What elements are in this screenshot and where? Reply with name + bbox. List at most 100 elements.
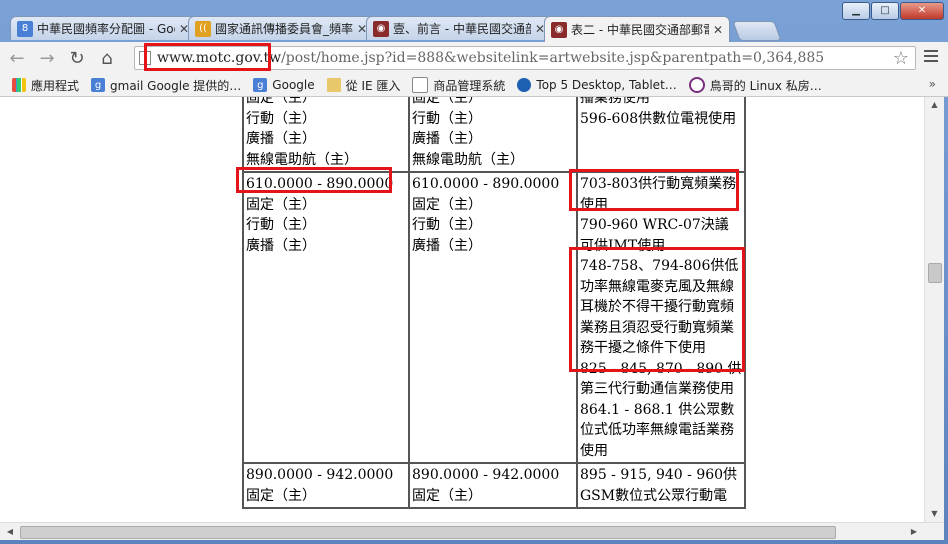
bookmark-label: Google — [272, 78, 315, 92]
cell-text: 748-758、794-806供低功率無線電麥克風及無線耳機於不得干擾行動寬頻業… — [580, 258, 739, 356]
cell-text: 固定（主） — [246, 487, 316, 504]
apps-grid-icon — [12, 78, 26, 92]
freq-range-text: 610.0000 - 890.0000 — [412, 176, 560, 192]
table-cell: 610.0000 - 890.0000 固定（主） 行動（主） 廣播（主） — [242, 171, 410, 464]
scroll-thumb[interactable] — [20, 526, 836, 539]
bookmark-label: 從 IE 匯入 — [345, 78, 401, 93]
horizontal-scrollbar[interactable]: ◀ ▶ — [0, 522, 944, 540]
cell-text: 廣播（主） — [246, 237, 316, 254]
url-text[interactable]: www.motc.gov.tw/post/home.jsp?id=888&web… — [157, 50, 824, 66]
cell-text: 無線電助航（主） — [412, 151, 524, 168]
table-cell: 固定（主） 行動（主） 廣播（主） 無線電助航（主） — [242, 97, 410, 173]
bookmark-label: Top 5 Desktop, Tablet… — [536, 78, 677, 92]
site-logo-icon — [688, 77, 705, 93]
maximize-button[interactable]: □ — [871, 2, 899, 20]
ncc-logo-icon: (( — [195, 20, 211, 37]
cell-text: 播業務使用 — [580, 97, 650, 106]
cell-text: 固定（主） — [246, 97, 316, 106]
bookmark-apps[interactable]: 應用程式 — [12, 77, 79, 94]
toolbar: ← → ↻ ⌂ www.motc.gov.tw/post/home.jsp?id… — [0, 42, 948, 74]
cell-text: 864.1 - 868.1 供公眾數位式低功率無線電話業務使用 — [580, 401, 735, 459]
bookmarks-overflow-icon[interactable]: » — [929, 77, 936, 91]
google-g-icon: 8 — [17, 20, 33, 37]
forward-arrow-icon[interactable]: → — [34, 45, 60, 71]
bookmark-label: 鳥哥的 Linux 私房… — [709, 78, 822, 93]
home-icon[interactable]: ⌂ — [94, 45, 120, 71]
bookmark-top5[interactable]: Top 5 Desktop, Tablet… — [517, 78, 677, 92]
cell-text: 行動（主） — [246, 110, 316, 127]
cell-text: 895 - 915, 940 - 960供GSM數位式公眾行動電 — [580, 467, 738, 504]
motc-seal-icon: ◉ — [373, 20, 389, 37]
cell-text: 固定（主） — [412, 487, 482, 504]
page-icon — [412, 77, 429, 93]
back-arrow-icon[interactable]: ← — [4, 45, 30, 71]
tab-preface[interactable]: ◉ 壹、前言 - 中華民國交通部 ✕ — [366, 16, 552, 40]
page-icon — [139, 51, 151, 65]
cell-text: 行動（主） — [246, 217, 316, 233]
page-content: 固定（主） 行動（主） 廣播（主） 無線電助航（主） 固定（主） 行動（主） 廣… — [0, 97, 924, 522]
cell-text: 無線電助航（主） — [246, 151, 358, 168]
window-controls: ▁ □ ✕ — [842, 2, 944, 20]
frequency-table: 固定（主） 行動（主） 廣播（主） 無線電助航（主） 固定（主） 行動（主） 廣… — [242, 97, 746, 509]
tab-title: 表二 - 中華民國交通部郵電 — [571, 23, 709, 37]
bookmarks-bar: 應用程式 g gmail Google 提供的… g Google 從 IE 匯入 … — [0, 74, 948, 97]
browser-window: ▁ □ ✕ 8 中華民國頻率分配圖 - Goo ✕ (( 國家通訊傳播委員會_頻… — [0, 0, 948, 544]
menu-icon[interactable] — [924, 50, 938, 65]
tab-title: 壹、前言 - 中華民國交通部 — [393, 22, 531, 36]
freq-range-text: 890.0000 - 942.0000 — [412, 467, 560, 483]
scroll-down-icon[interactable]: ▼ — [925, 506, 944, 522]
folder-icon — [326, 78, 341, 92]
url-path: /post/home.jsp?id=888&websitelink=artweb… — [281, 50, 825, 66]
table-row: 890.0000 - 942.0000 固定（主） 890.0000 - 942… — [242, 462, 746, 509]
table-cell: 890.0000 - 942.0000 固定（主） — [408, 462, 578, 509]
bookmark-label: gmail Google 提供的… — [110, 78, 242, 93]
bookmark-gmail[interactable]: g gmail Google 提供的… — [91, 77, 241, 94]
freq-range-text: 610.0000 - 890.0000 — [246, 176, 394, 192]
tab-ncc[interactable]: (( 國家通訊傳播委員會_頻率 ✕ — [188, 16, 374, 40]
new-tab-button[interactable] — [732, 21, 782, 41]
minimize-button[interactable]: ▁ — [842, 2, 870, 20]
scroll-thumb[interactable] — [928, 263, 942, 283]
url-domain: www.motc.gov.tw — [157, 50, 282, 66]
scroll-up-icon[interactable]: ▲ — [925, 97, 944, 113]
scroll-left-icon[interactable]: ◀ — [2, 523, 18, 540]
bookmark-label: 商品管理系統 — [433, 78, 506, 93]
close-tab-icon[interactable]: ✕ — [713, 23, 723, 37]
bookmark-google[interactable]: g Google — [253, 78, 315, 92]
address-bar[interactable]: www.motc.gov.tw/post/home.jsp?id=888&web… — [134, 46, 916, 70]
cell-text: 廣播（主） — [412, 237, 482, 254]
bookmark-ie-import[interactable]: 從 IE 匯入 — [326, 77, 401, 94]
reload-icon[interactable]: ↻ — [64, 45, 90, 71]
close-window-button[interactable]: ✕ — [900, 2, 944, 20]
cell-text: 固定（主） — [412, 97, 482, 106]
table-cell: 890.0000 - 942.0000 固定（主） — [242, 462, 410, 509]
tab-title: 中華民國頻率分配圖 - Goo — [37, 22, 175, 36]
tab-strip: 8 中華民國頻率分配圖 - Goo ✕ (( 國家通訊傳播委員會_頻率 ✕ ◉ … — [10, 16, 782, 42]
table-row: 610.0000 - 890.0000 固定（主） 行動（主） 廣播（主） 61… — [242, 171, 746, 464]
cell-text: 固定（主） — [412, 196, 482, 213]
bookmark-vbird[interactable]: 鳥哥的 Linux 私房… — [688, 77, 822, 94]
cell-text: 596-608供數位電視使用 — [580, 110, 737, 127]
vertical-scrollbar[interactable]: ▲ ▼ — [924, 97, 944, 522]
cell-text: 廣播（主） — [246, 131, 316, 147]
tab-freq-chart[interactable]: 8 中華民國頻率分配圖 - Goo ✕ — [10, 16, 196, 40]
motc-seal-icon: ◉ — [551, 21, 567, 38]
globe-icon — [517, 78, 532, 92]
bookmark-star-icon[interactable]: ☆ — [893, 48, 909, 69]
cell-text: 790-960 WRC-07決議可供IMT使用 — [580, 217, 729, 254]
bookmark-label: 應用程式 — [31, 78, 80, 93]
google-g-icon: g — [91, 78, 106, 92]
cell-text: 廣播（主） — [412, 131, 482, 147]
table-cell: 895 - 915, 940 - 960供GSM數位式公眾行動電 — [576, 462, 746, 509]
cell-text: 825 - 845, 870 - 890 供第三代行動通信業務使用 — [580, 360, 742, 398]
cell-text: 703-803供行動寬頻業務使用 — [580, 176, 737, 213]
scroll-right-icon[interactable]: ▶ — [906, 523, 922, 540]
table-cell: 固定（主） 行動（主） 廣播（主） 無線電助航（主） — [408, 97, 578, 173]
cell-text: 固定（主） — [246, 196, 316, 213]
table-row: 固定（主） 行動（主） 廣播（主） 無線電助航（主） 固定（主） 行動（主） 廣… — [242, 97, 746, 173]
cell-text: 行動（主） — [412, 217, 482, 233]
freq-range-text: 890.0000 - 942.0000 — [246, 467, 394, 483]
tab-table2[interactable]: ◉ 表二 - 中華民國交通部郵電 ✕ — [544, 16, 730, 42]
table-cell: 703-803供行動寬頻業務使用 790-960 WRC-07決議可供IMT使用… — [576, 171, 746, 464]
bookmark-product-mgmt[interactable]: 商品管理系統 — [412, 77, 505, 94]
